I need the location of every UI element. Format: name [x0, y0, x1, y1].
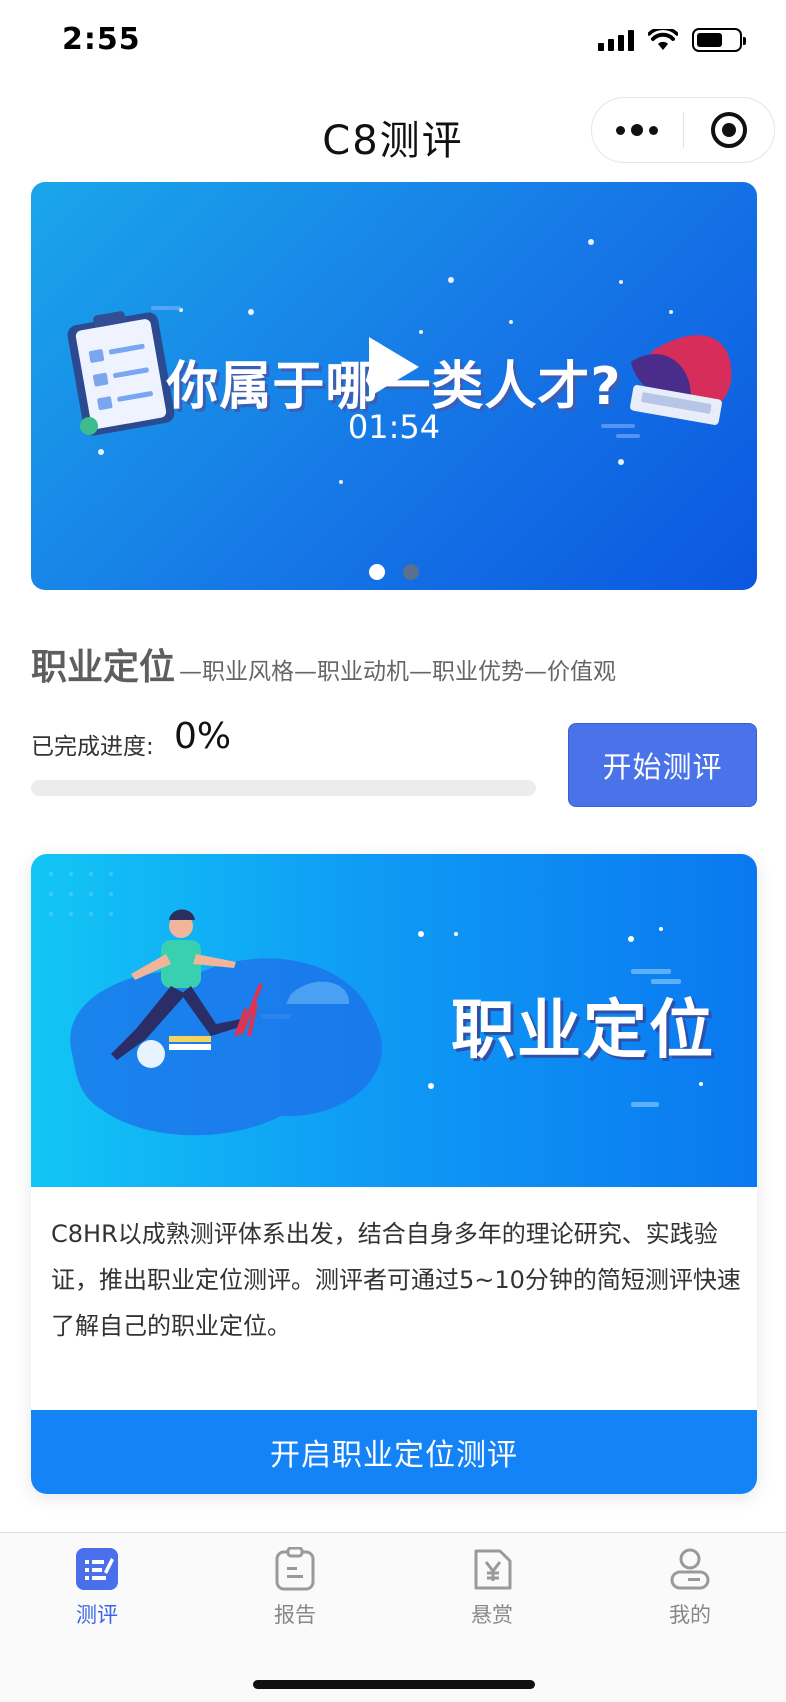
tab-label: 测评: [76, 1603, 118, 1627]
status-icons: [598, 28, 746, 52]
career-positioning-card: 职业定位 C8HR以成熟测评体系出发，结合自身多年的理论研究、实践验证，推出职业…: [31, 854, 757, 1494]
status-bar: 2:55: [0, 0, 786, 90]
section-title: 职业定位: [31, 647, 176, 688]
status-time: 2:55: [62, 22, 141, 57]
section-heading: 职业定位 —职业风格—职业动机—职业优势—价值观: [31, 638, 616, 690]
card-description: C8HR以成熟测评体系出发，结合自身多年的理论研究、实践验证，推出职业定位测评。…: [51, 1220, 741, 1340]
carousel-dot-1[interactable]: [369, 564, 385, 580]
progress-value: 0%: [174, 716, 232, 757]
tab-assessment[interactable]: 测评: [32, 1547, 162, 1629]
card-banner: 职业定位: [31, 854, 757, 1187]
play-icon[interactable]: [369, 337, 419, 397]
progress-label: 已完成进度:: [31, 734, 154, 760]
target-icon: [710, 112, 747, 148]
tab-profile[interactable]: 我的: [625, 1547, 755, 1629]
carousel-indicator: [369, 564, 419, 580]
start-assessment-button[interactable]: 开始测评: [568, 723, 757, 807]
assessment-icon: [75, 1547, 119, 1591]
wifi-icon: [648, 29, 678, 50]
mini-program-capsule: [591, 97, 775, 163]
report-icon: [273, 1546, 317, 1591]
progress-bar: [31, 780, 536, 796]
carousel-dot-2[interactable]: [403, 564, 419, 580]
video-banner[interactable]: 你属于哪一类人才? 01:54: [31, 182, 757, 590]
video-duration: 01:54: [347, 408, 441, 446]
profile-icon: [668, 1547, 712, 1591]
close-mini-program-button[interactable]: [684, 98, 775, 162]
tab-bar: 测评 报告 悬赏 我的: [0, 1532, 786, 1702]
start-career-assessment-button[interactable]: 开启职业定位测评: [31, 1410, 757, 1494]
tab-label: 我的: [669, 1603, 711, 1627]
reward-icon: [470, 1547, 514, 1591]
card-banner-title: 职业定位: [451, 994, 715, 1068]
tab-reward[interactable]: 悬赏: [427, 1547, 557, 1629]
section-subtitle: —职业风格—职业动机—职业优势—价值观: [179, 659, 617, 685]
tab-label: 悬赏: [471, 1603, 513, 1627]
tab-label: 报告: [274, 1603, 316, 1627]
cellular-signal-icon: [598, 29, 634, 51]
more-options-button[interactable]: [592, 98, 683, 162]
battery-icon: [692, 28, 746, 52]
home-indicator: [253, 1680, 535, 1689]
tab-report[interactable]: 报告: [230, 1546, 360, 1629]
